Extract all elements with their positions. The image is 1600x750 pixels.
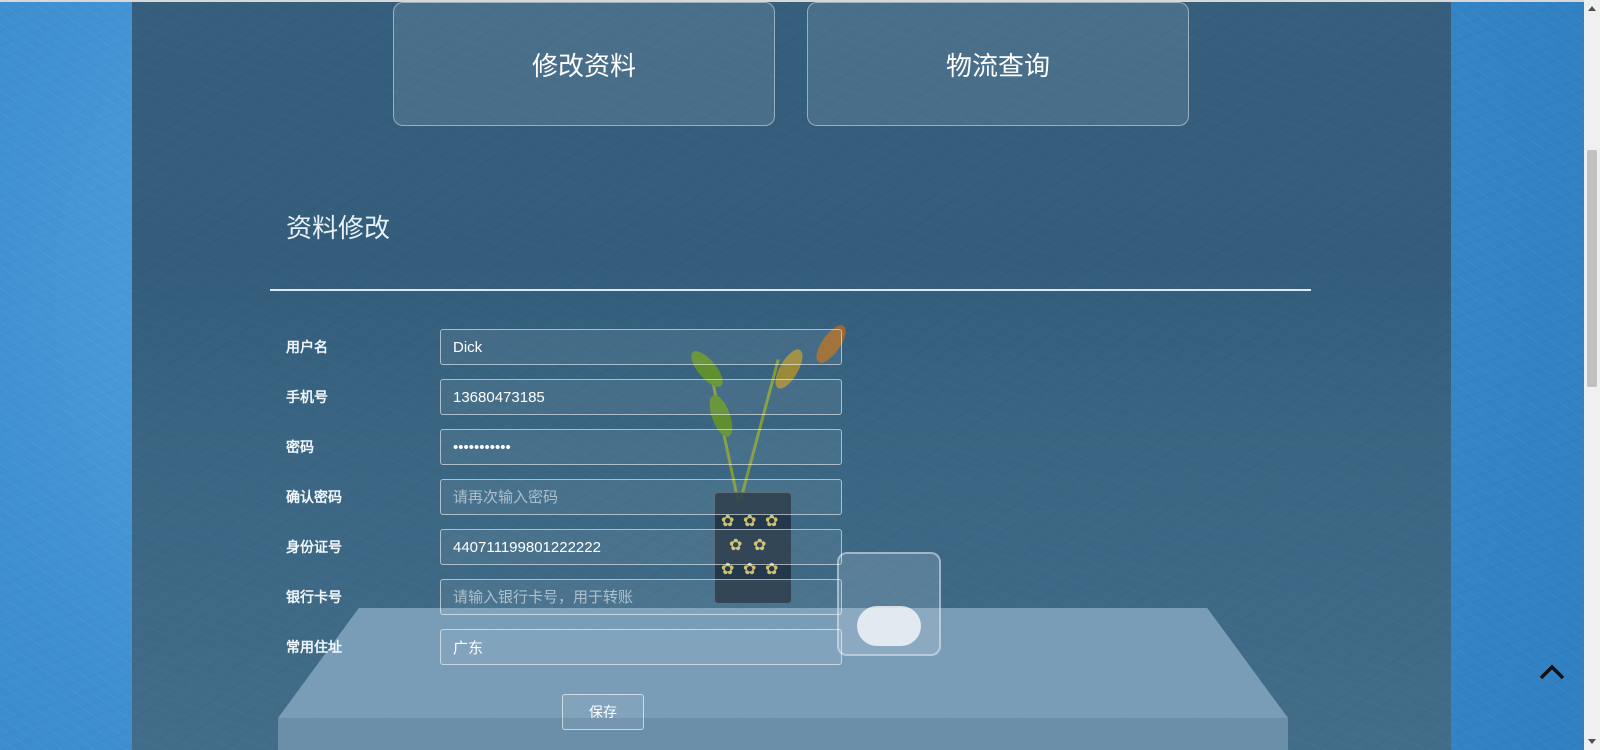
- section-divider: [270, 289, 1311, 291]
- scrollbar-thumb[interactable]: [1587, 150, 1597, 387]
- bank-card-input[interactable]: [440, 579, 842, 615]
- confirm-password-input[interactable]: [440, 479, 842, 515]
- tile-label: 修改资料: [531, 50, 636, 81]
- save-button[interactable]: 保存: [562, 694, 644, 730]
- address-input[interactable]: [440, 629, 842, 665]
- phone-input[interactable]: [440, 379, 842, 415]
- id-number-input[interactable]: [440, 529, 842, 565]
- tile-logistics-query[interactable]: 物流查询: [807, 2, 1189, 126]
- tile-edit-profile[interactable]: 修改资料: [393, 2, 775, 126]
- username-label: 用户名: [286, 339, 328, 355]
- back-to-top-button[interactable]: [1530, 650, 1574, 694]
- section-title: 资料修改: [286, 213, 391, 243]
- scrollbar[interactable]: [1584, 0, 1600, 750]
- id-number-label: 身份证号: [286, 539, 342, 555]
- phone-label: 手机号: [286, 389, 328, 405]
- address-label: 常用住址: [286, 639, 342, 655]
- glass-jar: [837, 552, 941, 656]
- tile-label: 物流查询: [945, 50, 1050, 81]
- scroll-down-icon[interactable]: [1588, 739, 1596, 744]
- password-label: 密码: [286, 439, 314, 455]
- chevron-up-icon: [1539, 664, 1565, 680]
- confirm-password-label: 确认密码: [286, 489, 342, 505]
- main-panel: ✿✿✿ ✿✿ ✿✿✿ 修改资料 物流查询 资料修改 用户名 手机号 密码 确认密…: [132, 2, 1451, 750]
- table-front-decoration: [278, 718, 1288, 750]
- bank-card-label: 银行卡号: [286, 589, 342, 605]
- username-input[interactable]: [440, 329, 842, 365]
- password-input[interactable]: [440, 429, 842, 465]
- scroll-up-icon[interactable]: [1588, 6, 1596, 11]
